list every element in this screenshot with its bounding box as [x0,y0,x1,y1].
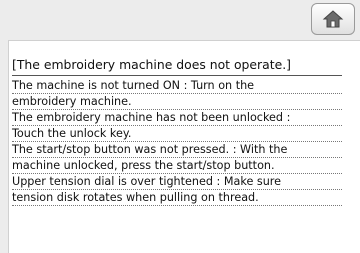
text-line: Touch the unlock key. [12,126,342,142]
text-line: machine unlocked, press the start/stop b… [12,158,342,174]
text-line: tension disk rotates when pulling on thr… [12,190,342,206]
home-button[interactable] [311,3,355,35]
troubleshooting-list: The machine is not turned ON : Turn on t… [12,78,342,206]
text-line: The embroidery machine has not been unlo… [12,110,342,126]
top-bar [0,0,360,40]
text-line: The start/stop button was not pressed. :… [12,142,342,158]
text-line: Upper tension dial is over tightened : M… [12,174,342,190]
text-line: embroidery machine. [12,94,342,110]
home-icon [322,10,344,28]
text-line: The machine is not turned ON : Turn on t… [12,78,342,94]
troubleshooting-panel: [The embroidery machine does not operate… [8,40,360,253]
section-title: [The embroidery machine does not operate… [12,55,342,76]
